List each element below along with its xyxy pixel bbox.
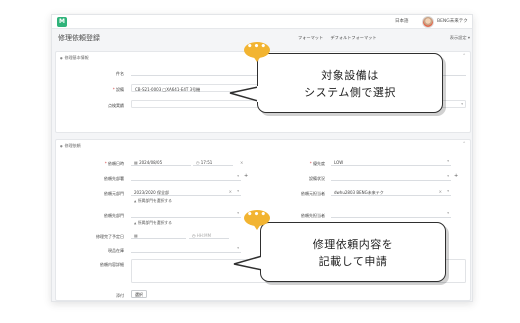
repair-request-title: 修理依頼 — [60, 143, 81, 149]
language-selector[interactable]: 日本語 — [395, 18, 409, 24]
clear-icon[interactable]: × — [439, 189, 442, 194]
chevron-down-icon: ▾ — [447, 189, 449, 194]
select-dept-link[interactable]: 所属部門を選択する — [134, 198, 172, 204]
calendar-icon: ▦ — [134, 232, 138, 238]
chevron-down-icon: ▾ — [447, 174, 449, 179]
req-to-person-label: 依頼先担当者 — [301, 213, 325, 218]
dept-select[interactable]: ▾ — [131, 173, 241, 181]
inspection-label: 点検実績 — [108, 103, 124, 108]
req-dept-label: 依頼元部門 — [104, 191, 124, 196]
facility-status-select[interactable]: ▾ — [331, 173, 451, 181]
chevron-down-icon: ▾ — [237, 174, 239, 179]
user-name[interactable]: BENG未来テク — [437, 18, 468, 24]
clear-icon[interactable]: × — [229, 189, 232, 194]
format-link[interactable]: フォーマット — [298, 35, 323, 40]
clock-icon: ◷ — [192, 232, 196, 238]
select-file-button[interactable]: 選択 — [131, 290, 147, 298]
chevron-down-icon: ▾ — [447, 159, 449, 164]
req-dept-select[interactable]: 2023/2020 保全部 × ▾ — [131, 188, 241, 196]
priority-select[interactable]: LOW ▾ — [331, 158, 451, 166]
req-to-person-select[interactable]: ▾ — [331, 210, 451, 218]
display-settings-select[interactable]: 表示設定 ▾ — [432, 35, 470, 41]
site-select[interactable]: ▾ — [131, 245, 241, 253]
more-icon: ••• — [244, 210, 270, 230]
chevron-down-icon: ▾ — [447, 211, 449, 216]
subject-label: 件名 — [116, 71, 124, 76]
dept-label: 依頼先部署 — [104, 176, 124, 181]
user-avatar[interactable] — [422, 16, 434, 28]
equipment-value: CB-S21-0003 □XA641-E4T 3号機 — [135, 86, 201, 92]
desired-date-label: 修理完了予定日 — [96, 234, 124, 239]
attach-label: 添付 — [116, 293, 124, 298]
facility-status-label: 設備状況 — [309, 176, 325, 181]
content-label: 依頼内容詳細 — [100, 262, 124, 267]
page-title: 修理依頼登録 — [58, 34, 100, 42]
app-logo[interactable]: M — [57, 17, 67, 27]
priority-label: * 優先度 — [309, 161, 325, 166]
site-label: 現品在庫 — [108, 248, 124, 253]
request-time-input[interactable]: ◷ 17:51 — [193, 158, 233, 166]
collapse-icon[interactable]: ⌃ — [462, 54, 466, 59]
more-icon: ••• — [244, 42, 270, 62]
add-icon[interactable]: + — [454, 173, 458, 179]
basic-info-title: 修理基本情報 — [60, 55, 89, 61]
equipment-label: * 設備 — [112, 87, 124, 92]
chevron-down-icon: ▾ — [237, 189, 239, 194]
request-date-label: * 依頼日時 — [104, 161, 124, 166]
clear-icon[interactable]: × — [240, 160, 243, 165]
format-links: フォーマット デフォルトフォーマット — [298, 35, 383, 41]
chevron-down-icon: ▾ — [237, 246, 239, 251]
callout-equipment: 対象設備は システム側で選択 — [257, 53, 443, 113]
callout-pointer — [233, 255, 265, 271]
req-to-label: 依頼先部門 — [104, 213, 124, 218]
request-date-input[interactable]: ▦ 2024/08/05 — [131, 158, 191, 166]
callout-request: 修理依頼内容を 記載して申請 — [260, 222, 446, 282]
desired-date-input[interactable]: ▦ — [131, 231, 186, 239]
select-dept-link[interactable]: 所属部門を選択する — [134, 220, 172, 226]
top-bar: M 日本語 BENG未来テク — [52, 15, 472, 29]
req-person-select[interactable]: dwhu2803 BENG未来テク × ▾ — [331, 188, 451, 196]
add-icon[interactable]: + — [244, 173, 248, 179]
chevron-down-icon: ▾ — [237, 211, 239, 216]
clock-icon: ◷ — [196, 159, 200, 165]
callout-pointer — [229, 86, 261, 102]
collapse-icon[interactable]: ⌃ — [462, 142, 466, 147]
default-format-link[interactable]: デフォルトフォーマット — [330, 35, 376, 40]
calendar-icon: ▦ — [134, 159, 138, 165]
chevron-down-icon[interactable]: ▾ — [461, 102, 463, 106]
req-person-label: 依頼元担当者 — [301, 191, 325, 196]
desired-time-input[interactable]: ◷ HH:MM — [189, 231, 229, 239]
req-to-select[interactable]: ▾ — [131, 210, 241, 218]
